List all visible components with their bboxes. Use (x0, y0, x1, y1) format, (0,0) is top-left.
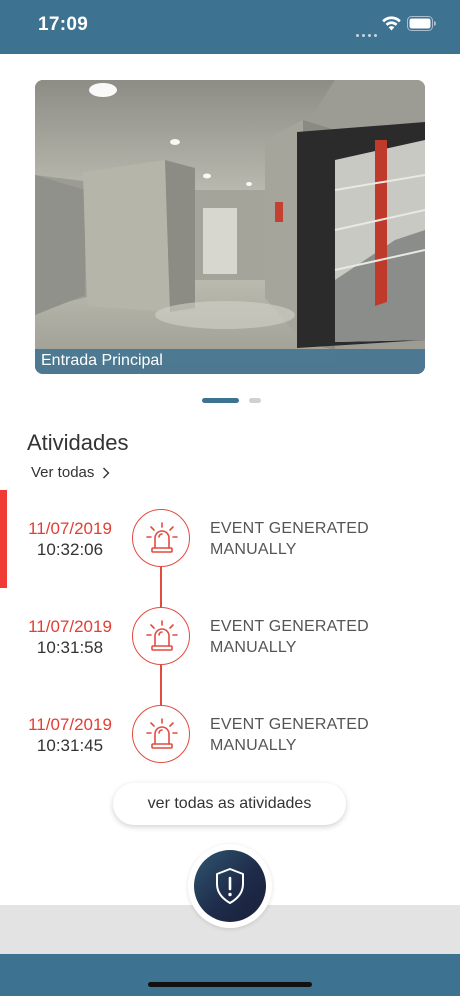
pager-dot-active[interactable] (202, 398, 239, 403)
activities-title: Atividades (27, 430, 129, 455)
event-time: 10:32:06 (36, 540, 104, 559)
event-icon-circle (132, 607, 190, 665)
pager-dot-inactive[interactable] (249, 398, 261, 403)
event-date: 11/07/2019 (28, 617, 112, 636)
panic-button[interactable] (194, 850, 266, 922)
siren-icon (146, 620, 178, 651)
view-all-label: Ver todas (31, 464, 95, 481)
event-description: EVENT GENERATED MANUALLY (210, 616, 369, 658)
event-description: EVENT GENERATED MANUALLY (210, 518, 369, 560)
battery-icon (407, 16, 436, 31)
event-description-line2: MANUALLY (210, 737, 297, 754)
siren-icon (146, 718, 178, 749)
wifi-icon (382, 16, 401, 31)
siren-icon (146, 522, 178, 553)
event-description-line1: EVENT GENERATED (210, 520, 369, 537)
event-timestamp: 11/07/2019 10:32:06 (0, 518, 140, 560)
event-time: 10:31:45 (36, 736, 104, 755)
home-indicator[interactable] (148, 982, 312, 987)
event-description-line2: MANUALLY (210, 541, 297, 558)
event-time: 10:31:58 (36, 638, 104, 657)
event-description-line1: EVENT GENERATED (210, 618, 369, 635)
camera-preview-card[interactable]: Entrada Principal (35, 80, 425, 374)
camera-caption: Entrada Principal (35, 349, 425, 374)
event-description-line1: EVENT GENERATED (210, 716, 369, 733)
status-time: 17:09 (38, 14, 89, 35)
event-description-line2: MANUALLY (210, 639, 297, 656)
signal-dots-icon (356, 24, 380, 42)
activity-event-row[interactable]: 11/07/2019 10:31:45 EVENT GENERATED MANU… (0, 705, 460, 765)
bottom-bar (0, 954, 460, 996)
all-activities-button[interactable]: ver todas as atividades (113, 783, 346, 825)
timeline-connector (160, 567, 162, 608)
event-description: EVENT GENERATED MANUALLY (210, 714, 369, 756)
timeline-connector (160, 665, 162, 706)
chevron-right-icon (103, 467, 110, 478)
shield-alert-icon (216, 868, 244, 904)
status-bar: 17:09 (0, 0, 460, 54)
event-icon-circle (132, 509, 190, 567)
event-date: 11/07/2019 (28, 715, 112, 734)
event-icon-circle (132, 705, 190, 763)
activity-event-row[interactable]: 11/07/2019 10:32:06 EVENT GENERATED MANU… (0, 509, 460, 569)
camera-feed-image (35, 80, 425, 374)
view-all-link[interactable]: Ver todas (31, 464, 110, 481)
event-date: 11/07/2019 (28, 519, 112, 538)
event-timestamp: 11/07/2019 10:31:58 (0, 616, 140, 658)
activity-event-row[interactable]: 11/07/2019 10:31:58 EVENT GENERATED MANU… (0, 607, 460, 667)
carousel-pager (0, 398, 460, 404)
event-timestamp: 11/07/2019 10:31:45 (0, 714, 140, 756)
